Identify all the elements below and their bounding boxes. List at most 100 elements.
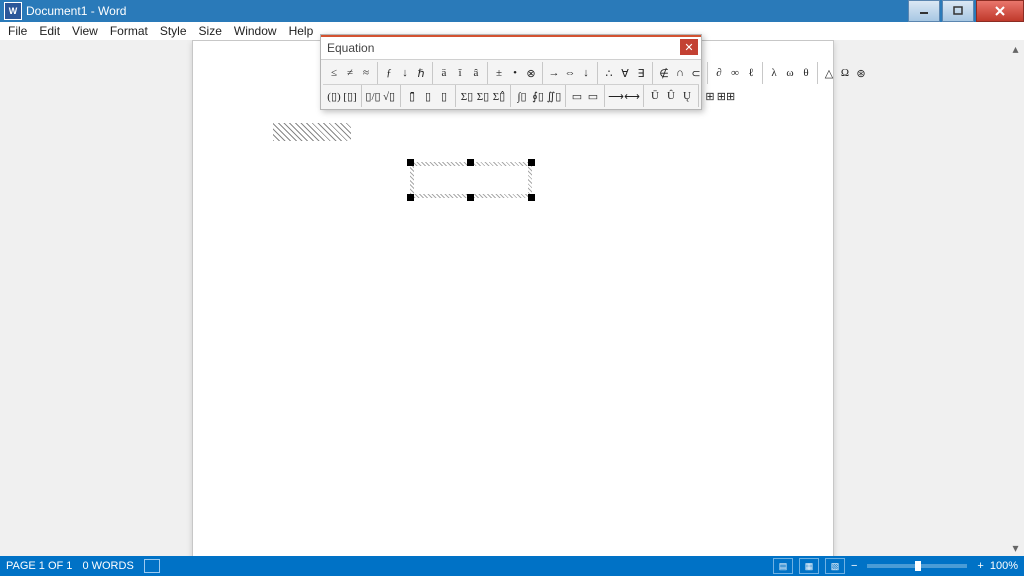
menu-help[interactable]: Help bbox=[283, 23, 320, 39]
resize-handle-sw[interactable] bbox=[407, 194, 414, 201]
equation-symbol-button[interactable]: (▯) bbox=[326, 87, 342, 105]
selected-equation-object[interactable] bbox=[407, 159, 535, 201]
equation-symbol-button[interactable]: Σ▯ bbox=[459, 87, 475, 105]
equation-symbol-button[interactable]: Û bbox=[663, 87, 679, 105]
equation-symbol-button[interactable]: ∂ bbox=[711, 64, 727, 82]
equation-symbol-button[interactable]: ∃ bbox=[633, 64, 649, 82]
equation-symbol-button[interactable]: Σ▯ bbox=[475, 87, 491, 105]
app-icon: W bbox=[4, 2, 22, 20]
status-page[interactable]: PAGE 1 OF 1 bbox=[6, 560, 72, 572]
equation-window-titlebar[interactable]: Equation ✕ bbox=[321, 35, 701, 59]
equation-placeholder-hatched[interactable] bbox=[273, 123, 351, 141]
equation-button-group: ▯̄▯▯ bbox=[401, 85, 456, 107]
equation-symbol-button[interactable]: [▯] bbox=[342, 87, 358, 105]
equation-button-group: ±•⊗ bbox=[488, 62, 543, 84]
equation-symbol-button[interactable]: △ bbox=[821, 64, 837, 82]
equation-symbol-button[interactable]: ä bbox=[436, 64, 452, 82]
equation-symbol-button[interactable]: ⊛ bbox=[853, 64, 869, 82]
title-bar: W Document1 - Word bbox=[0, 0, 1024, 22]
equation-symbol-button[interactable]: ℏ bbox=[413, 64, 429, 82]
equation-symbol-button[interactable]: Ų bbox=[679, 87, 695, 105]
equation-symbol-button[interactable]: Ω bbox=[837, 64, 853, 82]
equation-symbol-button[interactable]: ⟶ bbox=[608, 87, 624, 105]
zoom-in-button[interactable]: + bbox=[977, 560, 983, 572]
equation-symbol-button[interactable]: λ bbox=[766, 64, 782, 82]
equation-symbol-button[interactable]: ĭ bbox=[452, 64, 468, 82]
scroll-down-button[interactable]: ▾ bbox=[1007, 539, 1024, 556]
menu-size[interactable]: Size bbox=[193, 23, 228, 39]
vertical-scrollbar[interactable]: ▴ ▾ bbox=[1007, 40, 1024, 556]
resize-handle-ne[interactable] bbox=[528, 159, 535, 166]
equation-symbol-button[interactable]: ⊞ bbox=[702, 87, 718, 105]
equation-symbol-button[interactable]: ▭ bbox=[585, 87, 601, 105]
equation-symbol-button[interactable]: • bbox=[507, 64, 523, 82]
menu-edit[interactable]: Edit bbox=[33, 23, 66, 39]
view-print-layout-button[interactable]: ▦ bbox=[799, 558, 819, 574]
zoom-slider[interactable] bbox=[867, 564, 967, 568]
equation-symbol-button[interactable]: ∴ bbox=[601, 64, 617, 82]
view-read-mode-button[interactable]: ▤ bbox=[773, 558, 793, 574]
equation-symbol-button[interactable]: â bbox=[468, 64, 484, 82]
equation-symbol-button[interactable]: ▯̄ bbox=[404, 87, 420, 105]
resize-handle-n[interactable] bbox=[467, 159, 474, 166]
equation-symbol-button[interactable]: ω bbox=[782, 64, 798, 82]
equation-symbol-button[interactable]: ∉ bbox=[656, 64, 672, 82]
equation-symbol-button[interactable]: ∬▯ bbox=[546, 87, 562, 105]
equation-button-group: (▯)[▯] bbox=[323, 85, 362, 107]
close-button[interactable] bbox=[976, 0, 1024, 22]
equation-symbol-button[interactable]: θ bbox=[798, 64, 814, 82]
equation-button-group: ŪÛŲ bbox=[644, 85, 699, 107]
equation-symbol-button[interactable]: ▯ bbox=[420, 87, 436, 105]
equation-symbol-button[interactable]: ⊞⊞ bbox=[718, 87, 734, 105]
menu-view[interactable]: View bbox=[66, 23, 104, 39]
equation-symbol-button[interactable]: ▯/▯ bbox=[365, 87, 381, 105]
equation-window-close-button[interactable]: ✕ bbox=[680, 39, 698, 55]
equation-toolbar-window[interactable]: Equation ✕ ≤≠≈ƒ↓ℏäĭâ±•⊗→⇔↓∴∀∃∉∩⊂∂∞ℓλωθ△Ω… bbox=[320, 34, 702, 110]
status-words[interactable]: 0 WORDS bbox=[82, 560, 133, 572]
equation-button-group: ∉∩⊂ bbox=[653, 62, 708, 84]
equation-symbol-button[interactable]: ℓ bbox=[743, 64, 759, 82]
scroll-up-button[interactable]: ▴ bbox=[1007, 40, 1024, 57]
equation-symbol-button[interactable]: ⊂ bbox=[688, 64, 704, 82]
equation-symbol-button[interactable]: ∮▯ bbox=[530, 87, 546, 105]
equation-symbol-button[interactable]: ↓ bbox=[578, 64, 594, 82]
equation-symbol-button[interactable]: Ū bbox=[647, 87, 663, 105]
equation-button-group: →⇔↓ bbox=[543, 62, 598, 84]
equation-symbol-button[interactable]: ∫▯ bbox=[514, 87, 530, 105]
equation-symbol-button[interactable]: ∞ bbox=[727, 64, 743, 82]
resize-handle-se[interactable] bbox=[528, 194, 535, 201]
resize-handle-s[interactable] bbox=[467, 194, 474, 201]
equation-symbol-button[interactable]: → bbox=[546, 64, 562, 82]
equation-button-group: Σ▯Σ▯Σ▯̂ bbox=[456, 85, 511, 107]
equation-symbol-button[interactable]: √▯ bbox=[381, 87, 397, 105]
equation-symbol-button[interactable]: ∩ bbox=[672, 64, 688, 82]
equation-symbol-button[interactable]: ≈ bbox=[358, 64, 374, 82]
menu-file[interactable]: File bbox=[2, 23, 33, 39]
document-workspace: ▴ ▾ bbox=[0, 40, 1024, 556]
equation-symbol-button[interactable]: ↓ bbox=[397, 64, 413, 82]
minimize-button[interactable] bbox=[908, 0, 940, 22]
equation-symbol-button[interactable]: ⟷ bbox=[624, 87, 640, 105]
zoom-slider-thumb[interactable] bbox=[915, 561, 921, 571]
equation-symbol-button[interactable]: ▭ bbox=[569, 87, 585, 105]
equation-button-group: λωθ bbox=[763, 62, 818, 84]
equation-symbol-button[interactable]: ∀ bbox=[617, 64, 633, 82]
zoom-out-button[interactable]: − bbox=[851, 560, 857, 572]
maximize-button[interactable] bbox=[942, 0, 974, 22]
document-page[interactable] bbox=[192, 40, 834, 556]
resize-handle-nw[interactable] bbox=[407, 159, 414, 166]
equation-symbol-button[interactable]: Σ▯̂ bbox=[491, 87, 507, 105]
equation-symbol-button[interactable]: ≤ bbox=[326, 64, 342, 82]
zoom-percent[interactable]: 100% bbox=[990, 560, 1018, 572]
equation-symbol-button[interactable]: ƒ bbox=[381, 64, 397, 82]
equation-symbol-button[interactable]: ▯ bbox=[436, 87, 452, 105]
menu-style[interactable]: Style bbox=[154, 23, 193, 39]
spellcheck-icon[interactable] bbox=[144, 559, 160, 573]
menu-window[interactable]: Window bbox=[228, 23, 283, 39]
equation-symbol-button[interactable]: ≠ bbox=[342, 64, 358, 82]
equation-symbol-button[interactable]: ± bbox=[491, 64, 507, 82]
view-web-layout-button[interactable]: ▧ bbox=[825, 558, 845, 574]
equation-symbol-button[interactable]: ⊗ bbox=[523, 64, 539, 82]
menu-format[interactable]: Format bbox=[104, 23, 154, 39]
equation-symbol-button[interactable]: ⇔ bbox=[562, 64, 578, 82]
